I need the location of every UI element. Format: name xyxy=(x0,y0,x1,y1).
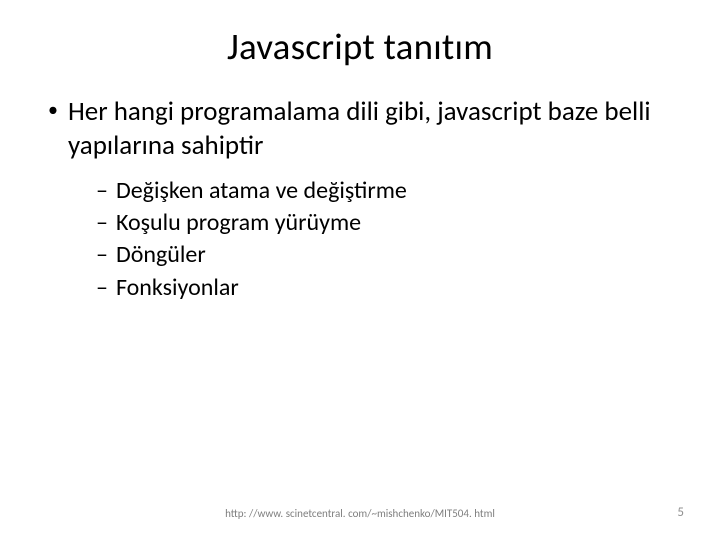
dash-icon: – xyxy=(96,239,108,271)
dash-icon: – xyxy=(96,207,108,239)
footer-url: http: //www. scinetcentral. com/~mishche… xyxy=(0,507,720,520)
slide: Javascript tanıtım • Her hangi programal… xyxy=(0,0,720,540)
dash-icon: – xyxy=(96,175,108,207)
page-title: Javascript tanıtım xyxy=(40,24,680,69)
bullet-level2: – Fonksiyonlar xyxy=(96,272,680,304)
bullet-level2: – Döngüler xyxy=(96,239,680,271)
bullet-level2-text: Değişken atama ve değiştirme xyxy=(116,175,407,207)
bullet-level2-text: Koşulu program yürüyme xyxy=(116,207,361,239)
bullet-level1: • Her hangi programalama dili gibi, java… xyxy=(40,95,680,163)
bullet-level1-text: Her hangi programalama dili gibi, javasc… xyxy=(68,95,680,163)
bullet-level2-text: Döngüler xyxy=(116,239,206,271)
sub-bullet-list: – Değişken atama ve değiştirme – Koşulu … xyxy=(96,175,680,305)
bullet-level2: – Değişken atama ve değiştirme xyxy=(96,175,680,207)
bullet-level2: – Koşulu program yürüyme xyxy=(96,207,680,239)
bullet-dot-icon: • xyxy=(48,98,58,123)
dash-icon: – xyxy=(96,272,108,304)
bullet-level2-text: Fonksiyonlar xyxy=(116,272,239,304)
page-number: 5 xyxy=(677,505,684,520)
